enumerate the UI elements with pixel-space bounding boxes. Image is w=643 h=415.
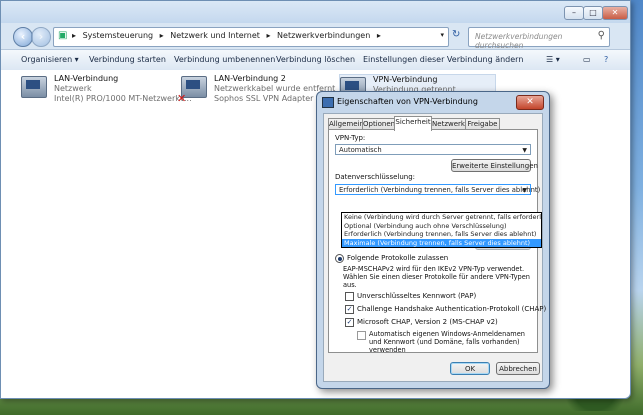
auto-logon-label[interactable]: Automatisch eigenen Windows-Anmeldenamen… [369,330,533,354]
chevron-down-icon: ▼ [522,147,527,154]
help-icon[interactable]: ? [604,55,608,64]
breadcrumb-item[interactable]: Netzwerkverbindungen [277,31,370,40]
chevron-down-icon[interactable]: ▾ [440,31,444,39]
breadcrumb-item[interactable]: Systemsteuerung [83,31,154,40]
network-icon [322,97,334,108]
encryption-option[interactable]: Optional (Verbindung auch ohne Verschlüs… [342,222,541,231]
back-icon[interactable]: ‹ [13,27,33,47]
vpn-type-select[interactable]: Automatisch ▼ [335,144,531,155]
maximize-button[interactable]: □ [583,6,603,20]
explorer-title-bar: – □ ✕ [1,1,630,23]
encryption-dropdown-list: Keine (Verbindung wird durch Server getr… [341,212,542,248]
vpn-properties-dialog: Eigenschaften von VPN-Verbindung ✕ Allge… [316,91,550,389]
search-placeholder: Netzwerkverbindungen durchsuchen [475,32,563,50]
protocols-note: EAP-MSCHAPv2 wird für den IKEv2 VPN-Typ … [343,265,530,289]
address-bar[interactable]: ▣ ▸ Systemsteuerung ▸ Netzwerk und Inter… [53,27,449,47]
dialog-body: Allgemein Optionen Sicherheit Netzwerk F… [323,113,546,382]
tab-security[interactable]: Sicherheit [394,116,432,131]
connection-item[interactable]: ✕ LAN-Verbindung 2 Netzwerkkabel wurde e… [177,74,335,110]
refresh-icon[interactable]: ↻ [452,29,460,40]
breadcrumb-item[interactable]: Netzwerk und Internet [170,31,260,40]
chap-label[interactable]: Challenge Handshake Authentication-Proto… [357,305,546,313]
mschapv2-checkbox[interactable]: ✓ [345,318,354,327]
control-panel-icon: ▣ [58,30,68,41]
cancel-button[interactable]: Abbrechen [496,362,540,375]
encryption-select[interactable]: Erforderlich (Verbindung trennen, falls … [335,184,540,195]
organize-button[interactable]: Organisieren ▾ [21,55,79,64]
encryption-option[interactable]: Erforderlich (Verbindung trennen, falls … [342,230,541,239]
encryption-option-highlighted[interactable]: Maximale (Verbindung trennen, falls Serv… [342,238,541,247]
command-bar: Organisieren ▾ Verbindung starten Verbin… [1,49,630,71]
network-adapter-icon [21,76,47,98]
protocols-radio-label[interactable]: Folgende Protokolle zulassen [347,254,448,262]
forward-icon[interactable]: › [31,27,51,47]
address-row: ‹ › ▣ ▸ Systemsteuerung ▸ Netzwerk und I… [1,23,630,50]
disconnected-icon: ✕ [177,92,187,105]
minimize-button[interactable]: – [564,6,584,20]
pap-label[interactable]: Unverschlüsseltes Kennwort (PAP) [357,292,476,300]
search-icon: ⚲ [597,30,605,41]
close-icon[interactable]: ✕ [516,95,544,110]
breadcrumb: ▸ Systemsteuerung ▸ Netzwerk und Interne… [72,31,381,40]
encryption-option[interactable]: Keine (Verbindung wird durch Server getr… [342,213,541,222]
vpn-type-label: VPN-Typ: [335,134,366,142]
rename-button[interactable]: Verbindung umbenennen [174,55,275,64]
advanced-settings-button[interactable]: Erweiterte Einstellungen [451,159,538,172]
ok-button[interactable]: OK [450,362,490,375]
view-options-icon[interactable]: ☰ ▾ [546,55,560,64]
search-input[interactable]: Netzwerkverbindungen durchsuchen ⚲ [468,27,610,50]
connection-item[interactable]: LAN-Verbindung Netzwerk Intel(R) PRO/100… [21,74,192,110]
protocols-radio[interactable] [335,254,344,263]
encryption-label: Datenverschlüsselung: [335,173,416,181]
dialog-title: Eigenschaften von VPN-Verbindung [337,97,478,106]
auto-logon-checkbox[interactable] [357,331,366,340]
mschapv2-label[interactable]: Microsoft CHAP, Version 2 (MS-CHAP v2) [357,318,498,326]
change-settings-button[interactable]: Einstellungen dieser Verbindung ändern [363,55,523,64]
close-button[interactable]: ✕ [602,6,628,20]
connect-button[interactable]: Verbindung starten [89,55,166,64]
chevron-down-icon: ▼ [522,187,527,194]
preview-pane-icon[interactable]: ▭ [583,55,591,64]
chap-checkbox[interactable]: ✓ [345,305,354,314]
delete-button[interactable]: Verbindung löschen [276,55,355,64]
pap-checkbox[interactable] [345,292,354,301]
